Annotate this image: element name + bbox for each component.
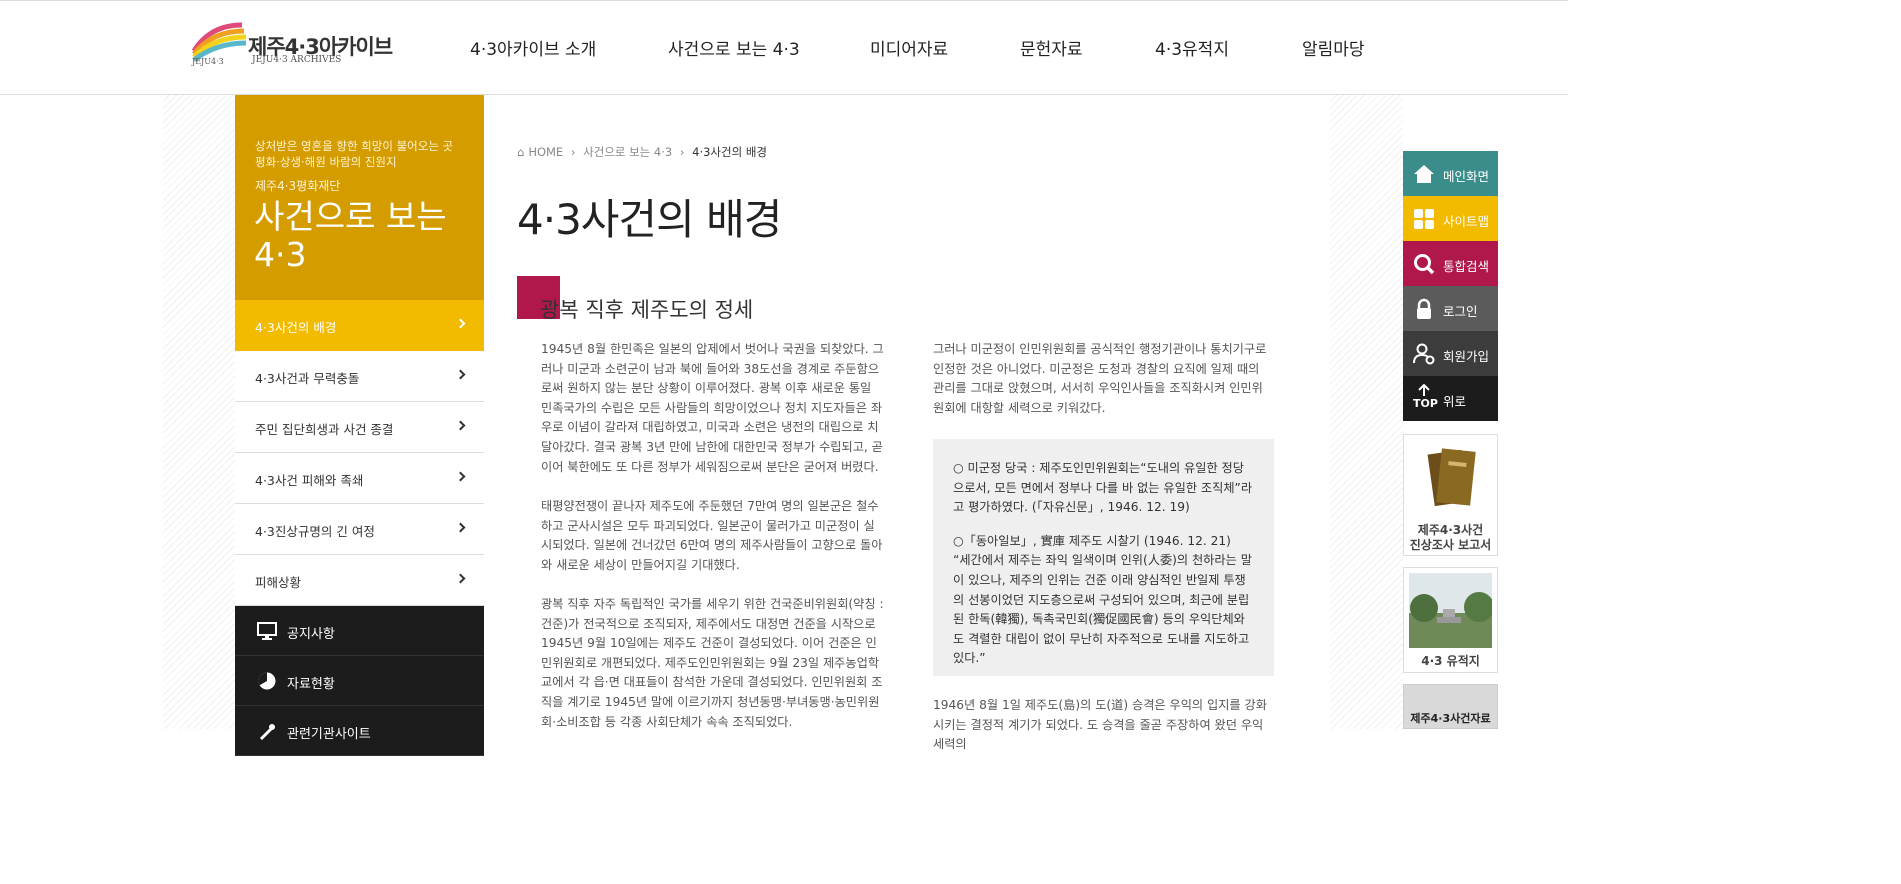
quick-login-button[interactable]: 로그인	[1403, 286, 1498, 331]
right-stripe-background	[1330, 95, 1403, 729]
monitor-icon	[257, 622, 277, 640]
sidebar-link-notice[interactable]: 공지사항	[235, 606, 484, 656]
sitemap-icon	[1414, 209, 1434, 229]
nav-historic-sites[interactable]: 4·3유적지	[1155, 35, 1229, 60]
sidebar-title-line-2: 4·3	[254, 235, 307, 274]
chevron-right-icon: ›	[570, 145, 576, 159]
quick-top-button[interactable]: TOP 위로	[1403, 376, 1498, 421]
search-icon	[1414, 254, 1435, 275]
chevron-right-icon: ›	[679, 145, 685, 159]
sidebar-header: 상처받은 영혼을 향한 희망이 불어오는 곳 평화·상생·해원 바람의 진원지 …	[235, 95, 484, 300]
sidebar-item-mass-sacrifice[interactable]: 주민 집단희생과 사건 종결	[235, 402, 484, 453]
nav-media[interactable]: 미디어자료	[870, 35, 948, 60]
quick-label: 위로	[1443, 394, 1467, 409]
quick-sitemap-button[interactable]: 사이트맵	[1403, 196, 1498, 241]
breadcrumb-current: 4·3사건의 배경	[692, 145, 767, 159]
chevron-right-icon	[455, 318, 466, 329]
sidebar-item-label: 4·3사건 피해와 족쇄	[255, 473, 364, 488]
left-stripe-background	[163, 95, 235, 729]
body-paragraph-3: 광복 직후 자주 독립적인 국가를 세우기 위한 건국준비위원회(약칭 : 건준…	[541, 597, 884, 729]
sidebar-item-truth-journey[interactable]: 4·3진상규명의 긴 여정	[235, 504, 484, 555]
quote-box: ○ 미군정 당국 : 제주도인민위원회는“도내의 유일한 정당으로서, 모든 면…	[933, 439, 1274, 676]
sidebar-org: 제주4·3평화재단	[255, 179, 341, 193]
quick-signup-button[interactable]: 회원가입	[1403, 331, 1498, 376]
banner-label: 4·3 유적지	[1421, 654, 1480, 668]
link-icon	[259, 724, 275, 741]
quote-paragraph-2-head: ○「동아일보」, 實庫 제주도 시찰기 (1946. 12. 21)	[953, 533, 1231, 548]
lock-icon	[1417, 298, 1431, 319]
chevron-right-icon	[455, 471, 466, 482]
quick-search-button[interactable]: 통합검색	[1403, 241, 1498, 286]
body-paragraph-4: 그러나 미군정이 인민위원회를 공식적인 행정기관이나 통치기구로 인정한 것은…	[933, 342, 1267, 415]
quick-main-button[interactable]: 메인화면	[1403, 151, 1498, 196]
sidebar-item-label: 4·3진상규명의 긴 여정	[255, 524, 375, 539]
sidebar-item-label: 4·3사건의 배경	[255, 320, 337, 335]
sidebar-item-label: 피해상황	[255, 575, 302, 590]
home-icon	[1414, 165, 1434, 183]
chevron-right-icon	[455, 369, 466, 380]
banner-label: 제주4·3사건 진상조사 보고서	[1404, 523, 1497, 553]
user-add-icon	[1413, 343, 1435, 365]
sidebar-item-label: 주민 집단희생과 사건 종결	[255, 422, 394, 437]
page-title: 4·3사건의 배경	[517, 195, 782, 244]
body-paragraph-1: 1945년 8월 한민족은 일본의 압제에서 벗어나 국권을 되찾았다. 그러나…	[541, 342, 884, 474]
sidebar-item-label: 4·3사건과 무력충돌	[255, 371, 360, 386]
quote-paragraph-2-body: “세간에서 제주는 좌익 일색이며 인위(人委)의 천하라는 말이 있으나, 제…	[953, 553, 1252, 666]
body-paragraph-2: 태평양전쟁이 끝나자 제주도에 주둔했던 7만여 명의 일본군은 철수하고 군사…	[541, 499, 883, 572]
sidebar-link-data-status[interactable]: 자료현황	[235, 656, 484, 706]
slogan-line-2: 평화·상생·해원 바람의 진원지	[255, 155, 397, 169]
sidebar-link-label: 공지사항	[287, 627, 335, 642]
sidebar-title: 사건으로 보는 4·3	[254, 198, 474, 274]
banner-documents[interactable]: 제주4·3사건자료	[1403, 684, 1498, 729]
nav-notice[interactable]: 알림마당	[1302, 35, 1365, 60]
top-arrow-icon	[1418, 384, 1430, 396]
sidebar-item-background[interactable]: 4·3사건의 배경	[235, 300, 484, 351]
banner-label: 제주4·3사건자료	[1410, 712, 1491, 725]
report-book-icon	[1409, 440, 1492, 515]
quick-label: 통합검색	[1443, 259, 1490, 274]
home-icon: ⌂	[517, 145, 525, 159]
breadcrumb: ⌂ HOME › 사건으로 보는 4·3 › 4·3사건의 배경	[517, 144, 771, 160]
sidebar-item-damage-status[interactable]: 피해상황	[235, 555, 484, 606]
sidebar-link-label: 자료현황	[287, 677, 335, 692]
sidebar-link-related-sites[interactable]: 관련기관사이트	[235, 706, 484, 756]
body-paragraph-5: 1946년 8월 1일 제주도(島)의 도(道) 승격은 우익의 입지를 강화시…	[933, 698, 1267, 752]
quick-label: 로그인	[1443, 304, 1478, 319]
quick-label: 회원가입	[1443, 349, 1490, 364]
chevron-right-icon	[455, 522, 466, 533]
memorial-site-icon	[1409, 573, 1492, 648]
banner-report[interactable]: 제주4·3사건 진상조사 보고서	[1403, 434, 1498, 556]
quick-label: 메인화면	[1443, 169, 1490, 184]
banner-sites[interactable]: 4·3 유적지	[1403, 567, 1498, 673]
nav-event-43[interactable]: 사건으로 보는 4·3	[668, 35, 800, 60]
main-navigation: 4·3아카이브 소개 사건으로 보는 4·3 미디어자료 문헌자료 4·3유적지…	[0, 35, 1568, 60]
site-header: JEJU4·3 제주4·3아카이브 JEJU4·3 ARCHIVES 4·3아카…	[0, 0, 1568, 95]
nav-literature[interactable]: 문헌자료	[1020, 35, 1083, 60]
breadcrumb-level1[interactable]: 사건으로 보는 4·3	[583, 145, 672, 159]
chevron-right-icon	[455, 573, 466, 584]
section-title: 광복 직후 제주도의 정세	[540, 298, 754, 322]
quick-label: 사이트맵	[1443, 214, 1490, 229]
sidebar-slogan: 상처받은 영혼을 향한 희망이 불어오는 곳 평화·상생·해원 바람의 진원지	[255, 138, 453, 170]
sidebar-item-damage[interactable]: 4·3사건 피해와 족쇄	[235, 453, 484, 504]
pie-chart-icon	[258, 672, 276, 690]
chevron-right-icon	[455, 420, 466, 431]
sidebar-title-line-1: 사건으로 보는	[254, 197, 447, 236]
slogan-line-1: 상처받은 영혼을 향한 희망이 불어오는 곳	[255, 139, 454, 153]
banner-label-line-1: 제주4·3사건	[1417, 523, 1484, 537]
banner-label-line-2: 진상조사 보고서	[1409, 538, 1492, 552]
nav-archive-intro[interactable]: 4·3아카이브 소개	[470, 35, 596, 60]
quote-paragraph-1: ○ 미군정 당국 : 제주도인민위원회는“도내의 유일한 정당으로서, 모든 면…	[953, 461, 1253, 515]
sidebar-item-armed-conflict[interactable]: 4·3사건과 무력충돌	[235, 351, 484, 402]
sidebar-link-label: 관련기관사이트	[287, 727, 371, 742]
top-text: TOP	[1413, 397, 1438, 410]
breadcrumb-home[interactable]: HOME	[528, 145, 563, 159]
